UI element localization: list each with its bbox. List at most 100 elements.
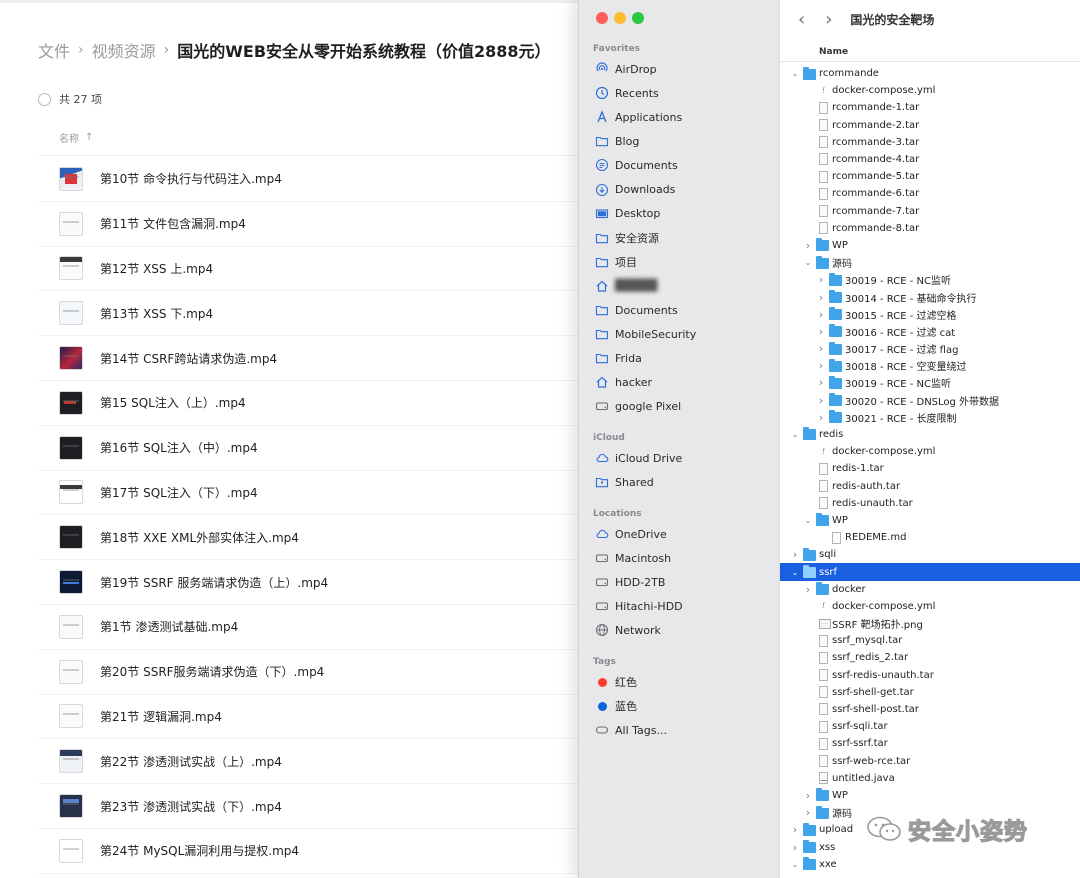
- folder-row[interactable]: › 30019 - RCE - NC监听: [780, 374, 1080, 391]
- disclosure-closed-icon[interactable]: ›: [803, 583, 813, 596]
- sidebar-item[interactable]: Documents: [595, 300, 678, 320]
- file-row[interactable]: ssrf-shell-post.tar: [780, 701, 1080, 718]
- folder-row[interactable]: ⌄ rcommande: [780, 65, 1080, 82]
- file-row[interactable]: ssrf-shell-get.tar: [780, 684, 1080, 701]
- file-row[interactable]: ! docker-compose.yml: [780, 82, 1080, 99]
- folder-row[interactable]: › sqli: [780, 546, 1080, 563]
- zoom-window-button[interactable]: [632, 12, 644, 24]
- sidebar-item[interactable]: Documents: [595, 155, 678, 175]
- disclosure-closed-icon[interactable]: ›: [790, 823, 800, 836]
- sidebar-item[interactable]: 项目: [595, 252, 637, 272]
- breadcrumb-files[interactable]: 文件: [38, 38, 70, 62]
- sidebar-item[interactable]: Hitachi-HDD: [595, 596, 683, 616]
- folder-row[interactable]: › 30014 - RCE - 基础命令执行: [780, 288, 1080, 305]
- file-row[interactable]: 第19节 SSRF 服务端请求伪造（上）.mp4: [38, 560, 578, 605]
- sidebar-item[interactable]: Network: [595, 620, 661, 640]
- file-row[interactable]: redis-auth.tar: [780, 478, 1080, 495]
- file-row[interactable]: ssrf-ssrf.tar: [780, 735, 1080, 752]
- file-row[interactable]: ! docker-compose.yml: [780, 443, 1080, 460]
- disclosure-closed-icon[interactable]: ›: [816, 394, 826, 407]
- disclosure-closed-icon[interactable]: ›: [816, 342, 826, 355]
- disclosure-closed-icon[interactable]: ›: [816, 291, 826, 304]
- folder-row[interactable]: ⌄ redis: [780, 426, 1080, 443]
- disclosure-open-icon[interactable]: ⌄: [803, 516, 813, 525]
- file-row[interactable]: redis-1.tar: [780, 460, 1080, 477]
- folder-row[interactable]: › 30015 - RCE - 过滤空格: [780, 306, 1080, 323]
- file-row[interactable]: 第10节 命令执行与代码注入.mp4: [38, 157, 578, 202]
- disclosure-closed-icon[interactable]: ›: [816, 411, 826, 424]
- sidebar-item[interactable]: All Tags...: [595, 720, 667, 740]
- file-row[interactable]: ssrf-web-rce.tar: [780, 753, 1080, 770]
- file-row[interactable]: rcommande-3.tar: [780, 134, 1080, 151]
- file-row[interactable]: 第18节 XXE XML外部实体注入.mp4: [38, 515, 578, 561]
- folder-row[interactable]: › 30020 - RCE - DNSLog 外带数据: [780, 392, 1080, 409]
- sidebar-item[interactable]: OneDrive: [595, 524, 667, 544]
- file-row[interactable]: 第13节 XSS 下.mp4: [38, 291, 578, 337]
- file-row[interactable]: redis-unauth.tar: [780, 495, 1080, 512]
- disclosure-open-icon[interactable]: ⌄: [790, 568, 800, 577]
- file-row[interactable]: 第17节 SQL注入（下）.mp4: [38, 471, 578, 516]
- disclosure-closed-icon[interactable]: ›: [816, 308, 826, 321]
- disclosure-closed-icon[interactable]: ›: [790, 548, 800, 561]
- folder-row[interactable]: › 30021 - RCE - 长度限制: [780, 409, 1080, 426]
- folder-row[interactable]: ⌄ WP: [780, 512, 1080, 529]
- file-row[interactable]: 第16节 SQL注入（中）.mp4: [38, 426, 578, 471]
- file-row[interactable]: 第1节 渗透测试基础.mp4: [38, 605, 578, 650]
- sidebar-item[interactable]: Downloads: [595, 180, 675, 200]
- sidebar-item[interactable]: 红色: [595, 672, 637, 692]
- disclosure-open-icon[interactable]: ⌄: [790, 69, 800, 78]
- disclosure-closed-icon[interactable]: ›: [803, 239, 813, 252]
- disclosure-closed-icon[interactable]: ›: [803, 789, 813, 802]
- sidebar-item[interactable]: MobileSecurity: [595, 324, 696, 344]
- file-row[interactable]: rcommande-1.tar: [780, 99, 1080, 116]
- folder-row[interactable]: › docker: [780, 581, 1080, 598]
- file-row[interactable]: rcommande-8.tar: [780, 220, 1080, 237]
- folder-row[interactable]: › 30019 - RCE - NC监听: [780, 271, 1080, 288]
- disclosure-closed-icon[interactable]: ›: [816, 376, 826, 389]
- sidebar-item[interactable]: HDD-2TB: [595, 572, 665, 592]
- disclosure-closed-icon[interactable]: ›: [803, 806, 813, 819]
- sidebar-item[interactable]: Recents: [595, 83, 659, 103]
- disclosure-open-icon[interactable]: ⌄: [803, 258, 813, 267]
- select-all-checkbox[interactable]: [38, 92, 51, 106]
- forward-button[interactable]: ›: [825, 9, 832, 30]
- file-row[interactable]: rcommande-2.tar: [780, 117, 1080, 134]
- file-row[interactable]: 第14节 CSRF跨站请求伪造.mp4: [38, 336, 578, 381]
- sort-ascending-icon[interactable]: ↑: [85, 132, 93, 143]
- sidebar-item[interactable]: Macintosh: [595, 548, 671, 568]
- back-button[interactable]: ‹: [798, 9, 805, 30]
- sidebar-item[interactable]: 蓝色: [595, 696, 637, 716]
- disclosure-closed-icon[interactable]: ›: [816, 273, 826, 286]
- file-row[interactable]: 第22节 渗透测试实战（上）.mp4: [38, 739, 578, 785]
- disclosure-closed-icon[interactable]: ›: [816, 359, 826, 372]
- sidebar-item[interactable]: 安全资源: [595, 228, 659, 248]
- file-row[interactable]: rcommande-6.tar: [780, 185, 1080, 202]
- file-row[interactable]: 第23节 渗透测试实战（下）.mp4: [38, 784, 578, 829]
- disclosure-open-icon[interactable]: ⌄: [790, 860, 800, 869]
- sidebar-item[interactable]: AirDrop: [595, 59, 657, 79]
- breadcrumb-video-resources[interactable]: 视频资源: [92, 38, 156, 62]
- folder-row[interactable]: ⌄ xxe: [780, 856, 1080, 873]
- sidebar-item[interactable]: iCloud Drive: [595, 448, 682, 468]
- folder-row[interactable]: › WP: [780, 787, 1080, 804]
- file-row[interactable]: ssrf_redis_2.tar: [780, 649, 1080, 666]
- file-row[interactable]: 第15 SQL注入（上）.mp4: [38, 381, 578, 426]
- file-row[interactable]: ssrf-sqli.tar: [780, 718, 1080, 735]
- folder-row[interactable]: › 30018 - RCE - 空变量绕过: [780, 357, 1080, 374]
- folder-row[interactable]: › 30017 - RCE - 过滤 flag: [780, 340, 1080, 357]
- sidebar-item[interactable]: Shared: [595, 472, 654, 492]
- file-row[interactable]: ! docker-compose.yml: [780, 598, 1080, 615]
- sidebar-item[interactable]: google Pixel: [595, 396, 681, 416]
- file-row[interactable]: ssrf_mysql.tar: [780, 632, 1080, 649]
- sidebar-item[interactable]: Desktop: [595, 204, 660, 224]
- file-row[interactable]: rcommande-7.tar: [780, 203, 1080, 220]
- name-column-header[interactable]: Name: [780, 42, 1080, 62]
- sidebar-item[interactable]: hacker: [595, 372, 652, 392]
- sidebar-item[interactable]: Blog: [595, 131, 639, 151]
- file-row[interactable]: 第20节 SSRF服务端请求伪造（下）.mp4: [38, 650, 578, 695]
- sidebar-item[interactable]: Applications: [595, 107, 682, 127]
- folder-row[interactable]: ⌄ ssrf: [780, 563, 1080, 581]
- disclosure-open-icon[interactable]: ⌄: [790, 430, 800, 439]
- file-row[interactable]: 第12节 XSS 上.mp4: [38, 247, 578, 292]
- name-column-header[interactable]: 名称: [59, 130, 79, 145]
